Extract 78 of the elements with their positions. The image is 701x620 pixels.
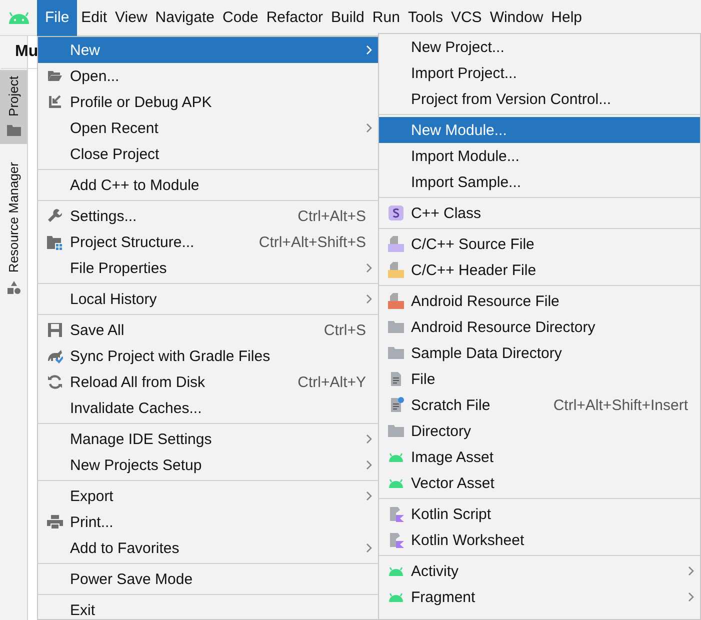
menu-item[interactable]: C/C++ Source File — [379, 231, 700, 257]
source-file-icon — [388, 236, 404, 252]
menu-item[interactable]: Scratch File Ctrl+Alt+Shift+Insert — [379, 392, 700, 418]
menu-bar-item[interactable]: Window — [486, 0, 548, 36]
menu-item[interactable]: Open... — [38, 63, 378, 89]
menu-bar-item[interactable]: Run — [368, 0, 404, 36]
menu-item[interactable]: Android Resource File — [379, 288, 700, 314]
menu-item[interactable]: New Module... — [379, 117, 700, 143]
menu-item[interactable]: Image Asset — [379, 444, 700, 470]
menu-item[interactable]: C++ Class — [379, 200, 700, 226]
menu-item[interactable]: Directory — [379, 418, 700, 444]
folder-grid-icon — [47, 234, 63, 250]
menu-item[interactable]: Android Resource Directory — [379, 314, 700, 340]
folder-icon — [6, 124, 20, 136]
menu-item[interactable]: Print... — [38, 509, 378, 535]
menu-bar-item[interactable]: Navigate — [151, 0, 218, 36]
menu-item[interactable]: Add C++ to Module — [38, 172, 378, 198]
menu-item[interactable]: Manage IDE Settings — [38, 426, 378, 452]
menu-item[interactable]: Exit — [38, 597, 378, 620]
menu-item[interactable]: Power Save Mode — [38, 566, 378, 592]
class-icon — [388, 205, 404, 221]
menu-item[interactable]: Close Project — [38, 141, 378, 167]
tool-window-tab[interactable]: Project — [0, 70, 27, 144]
menu-bar-item[interactable]: Tools — [404, 0, 447, 36]
scratch-file-icon — [388, 397, 404, 413]
menu-item[interactable]: Save All Ctrl+S — [38, 317, 378, 343]
menu-item[interactable]: Kotlin Script — [379, 501, 700, 527]
menu-item[interactable]: Export — [38, 483, 378, 509]
menu-item[interactable]: Kotlin Worksheet — [379, 527, 700, 553]
tool-window-tab[interactable]: Resource Manager — [0, 156, 27, 302]
reload-icon — [47, 374, 63, 390]
arrow-into-corner-icon — [47, 94, 63, 110]
menu-item[interactable]: Import Module... — [379, 143, 700, 169]
save-icon — [47, 322, 63, 338]
menu-bar-item[interactable]: Code — [218, 0, 262, 36]
file-icon — [388, 371, 404, 387]
menu-item[interactable]: Project Structure... Ctrl+Alt+Shift+S — [38, 229, 378, 255]
menu-item[interactable]: Fragment — [379, 584, 700, 610]
open-folder-icon — [47, 68, 63, 84]
menu-item[interactable]: New Projects Setup — [38, 452, 378, 478]
android-logo — [8, 12, 30, 24]
menu-item[interactable]: New Project... — [379, 34, 700, 60]
menu-bar-item[interactable]: Build — [327, 0, 368, 36]
resource-file-icon — [388, 293, 404, 309]
menu-item[interactable]: Invalidate Caches... — [38, 395, 378, 421]
project-name: Mu — [15, 43, 38, 61]
menu-item[interactable]: C/C++ Header File — [379, 257, 700, 283]
folder-icon — [388, 345, 404, 361]
wrench-icon — [47, 208, 63, 224]
menu-item[interactable]: Sample Data Directory — [379, 340, 700, 366]
menu-item[interactable]: File — [379, 366, 700, 392]
menu-bar-item[interactable]: Help — [547, 0, 586, 36]
menu-bar-item[interactable]: VCS — [446, 0, 486, 36]
menu-item[interactable]: Reload All from Disk Ctrl+Alt+Y — [38, 369, 378, 395]
menu-item[interactable]: Project from Version Control... — [379, 86, 700, 112]
menu-item[interactable]: Local History — [38, 286, 378, 312]
menu-item[interactable]: Import Sample... — [379, 169, 700, 195]
menu-item[interactable]: Activity — [379, 558, 700, 584]
menu-item[interactable]: Open Recent — [38, 115, 378, 141]
menu-item[interactable]: Vector Asset — [379, 470, 700, 496]
folder-icon — [388, 423, 404, 439]
menu-item[interactable]: Settings... Ctrl+Alt+S — [38, 203, 378, 229]
folder-icon — [388, 319, 404, 335]
shapes-icon — [6, 281, 20, 294]
menu-item[interactable]: File Properties — [38, 255, 378, 281]
printer-icon — [47, 514, 63, 530]
menu-bar-item[interactable]: View — [111, 0, 152, 36]
menu-item[interactable]: Import Project... — [379, 60, 700, 86]
header-file-icon — [388, 262, 404, 278]
kotlin-file-icon — [388, 506, 404, 522]
menu-item[interactable]: Add to Favorites — [38, 535, 378, 561]
kotlin-file-icon — [388, 532, 404, 548]
menu-bar-item[interactable]: File — [37, 0, 78, 36]
menu-bar-item[interactable]: Refactor — [262, 0, 328, 36]
menu-bar-item[interactable]: Edit — [77, 0, 112, 36]
menu-item[interactable]: Profile or Debug APK — [38, 89, 378, 115]
menu-item[interactable]: Sync Project with Gradle Files — [38, 343, 378, 369]
menu-item[interactable]: New — [38, 37, 378, 63]
